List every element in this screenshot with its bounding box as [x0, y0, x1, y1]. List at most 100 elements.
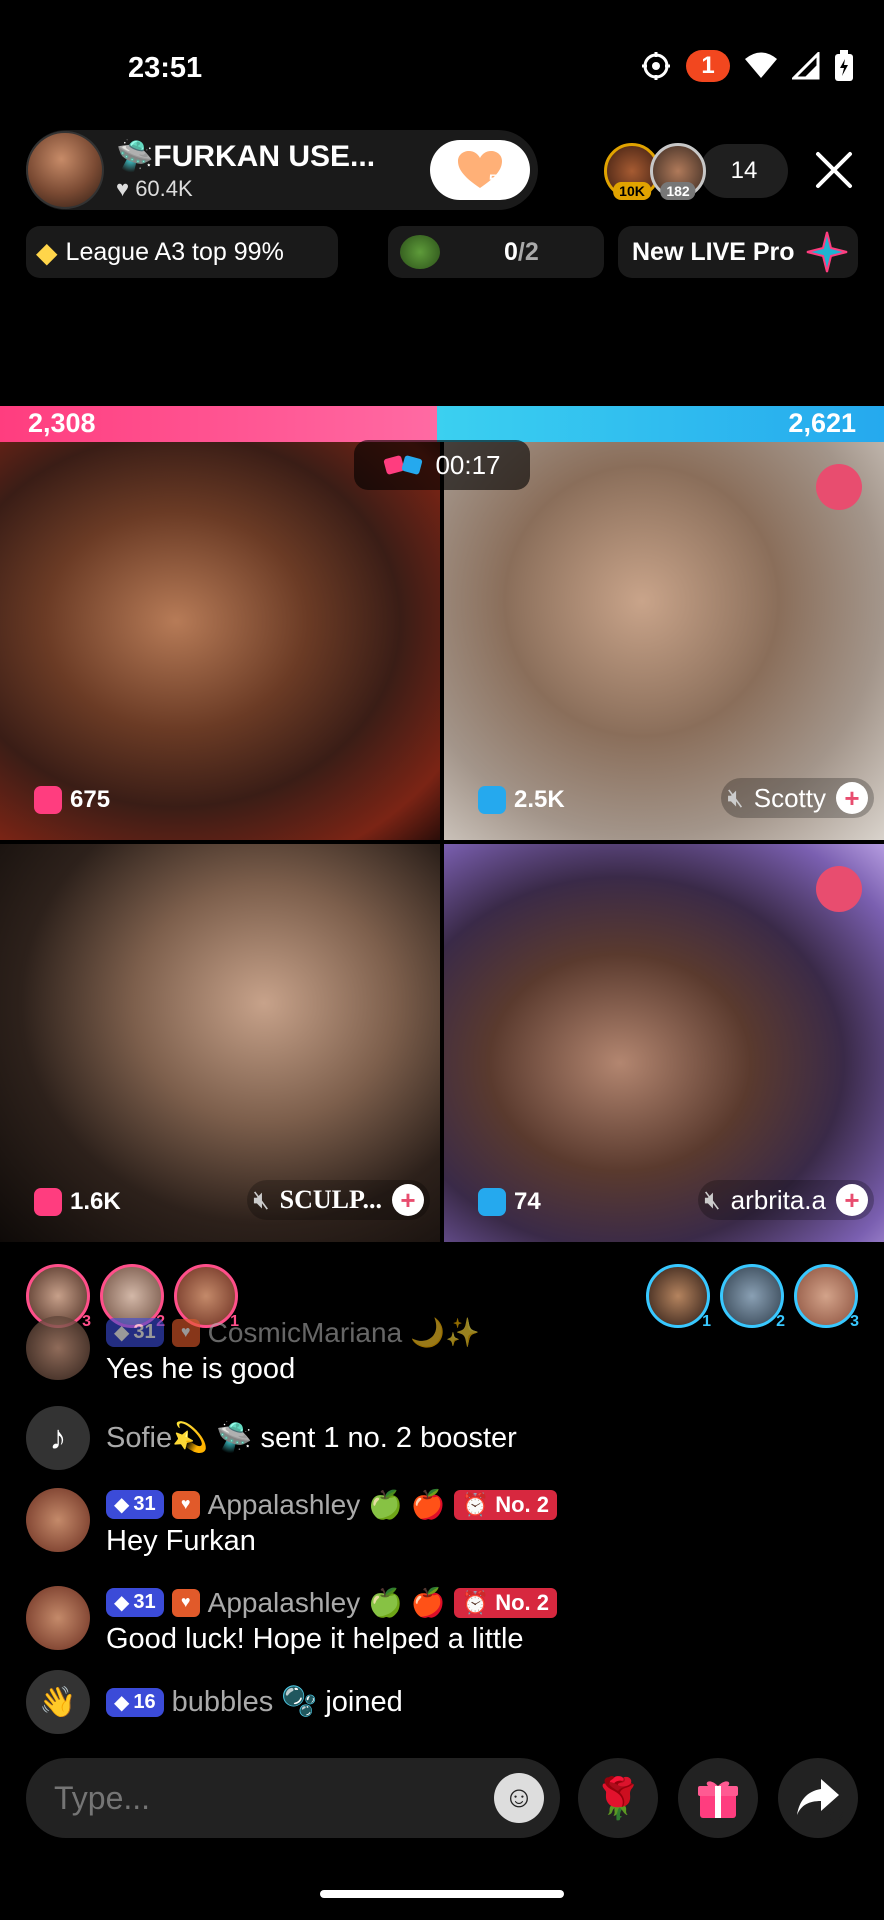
chat-username[interactable]: Appalashley [208, 1489, 361, 1521]
gifter-avatar[interactable]: 2 [720, 1264, 785, 1330]
chat-avatar[interactable] [26, 1586, 90, 1650]
share-count: 24 [825, 1809, 848, 1831]
chat-text: sent 1 no. 2 booster [260, 1422, 517, 1454]
right-team-gifters: 1 2 3 [646, 1264, 859, 1330]
progress-pill[interactable]: 0/2 [388, 226, 604, 278]
gift-button[interactable] [678, 1758, 758, 1838]
rose-gift-button[interactable]: 🌹 [578, 1758, 658, 1838]
host-avatar[interactable] [26, 131, 104, 209]
add-icon[interactable]: + [836, 782, 868, 814]
tile-username: Scotty [753, 782, 826, 813]
top-viewers[interactable]: 10K 182 14 [604, 143, 788, 200]
viewer-badge-2: 182 [660, 182, 696, 200]
camera-icon [478, 1188, 506, 1216]
versus-icon [384, 455, 423, 475]
svg-text:5: 5 [489, 171, 497, 187]
chat-message: ♪ Sofie💫 🛸 sent 1 no. 2 booster [26, 1406, 517, 1470]
tile-stat: 2.5K [478, 786, 565, 814]
level-badge: ◆ 31 [106, 1588, 164, 1617]
chat-message: 👋 ◆ 16 bubbles 🫧 joined [26, 1670, 403, 1734]
chat-input-bar[interactable]: ☺ [26, 1758, 560, 1838]
fan-badge-icon: ♥ [171, 1588, 200, 1617]
tile-username: SCULP... [279, 1185, 382, 1214]
video-tile-1[interactable]: 675 [0, 442, 440, 840]
chat-text: Hey Furkan [106, 1525, 256, 1557]
level-badge: ◆ 31 [106, 1490, 164, 1519]
battle-timer: 00:17 [354, 440, 530, 490]
muted-icon: 🔇︎ [253, 1184, 270, 1214]
battle-bar-right: 2,621 [437, 406, 884, 442]
tile-username: arbrita.a [730, 1184, 826, 1215]
battery-icon [835, 50, 853, 81]
viewer-badge-1: 10K [613, 182, 651, 200]
wave-icon: 👋 [26, 1670, 90, 1734]
tile-user-label[interactable]: 🔇︎ SCULP... + [247, 1180, 430, 1220]
chat-emoji: 🌙✨ [410, 1317, 480, 1348]
fan-badge-icon: ♥ [171, 1318, 200, 1347]
host-name: 🛸FURKAN USE... [116, 139, 376, 173]
share-button[interactable]: 24 [778, 1758, 858, 1838]
wifi-icon [745, 52, 777, 78]
camera-icon [34, 786, 62, 814]
league-label: League A3 top 99% [65, 237, 284, 266]
chat-text: Yes he is good [106, 1353, 296, 1385]
chat-message: ◆ 31 ♥ Appalashley 🍏 🍎 ⏰ No. 2 Good luck… [26, 1586, 558, 1656]
bubbles-icon: 🫧 [281, 1686, 318, 1718]
battle-bar-left: 2,308 [0, 406, 437, 442]
new-live-label: New LIVE Pro [632, 237, 795, 266]
status-time: 23:51 [128, 52, 203, 84]
camera-icon [478, 786, 506, 814]
chat-username[interactable]: bubbles [172, 1686, 274, 1719]
league-pill[interactable]: ◆ League A3 top 99% [26, 226, 338, 278]
follow-button[interactable]: 5 [430, 140, 530, 200]
chat-username[interactable]: Sofie💫 [106, 1422, 208, 1454]
level-badge: ◆ 31 [106, 1318, 164, 1347]
chat-input[interactable] [54, 1779, 474, 1817]
signal-icon [792, 52, 820, 80]
chat-text: Good luck! Hope it helped a little [106, 1623, 524, 1655]
chat-username[interactable]: Appalashley [208, 1587, 361, 1619]
gifter-avatar[interactable]: 1 [646, 1264, 711, 1330]
ufo-icon: 🛸 [116, 139, 154, 173]
tile-gift-badge[interactable] [816, 866, 862, 912]
video-tile-2[interactable]: 2.5K 🔇︎ Scotty + [444, 442, 884, 840]
left-score: 2,308 [28, 408, 96, 438]
emoji-icon[interactable]: ☺ [494, 1773, 544, 1823]
tile-gift-badge[interactable] [816, 464, 862, 510]
chat-message: ◆ 31 ♥ CosmicMariana 🌙✨ Yes he is good [26, 1316, 480, 1386]
tile-stat: 675 [34, 786, 110, 814]
home-indicator[interactable] [320, 1890, 564, 1898]
gifter-avatar[interactable]: 3 [794, 1264, 859, 1330]
chat-message: ◆ 31 ♥ Appalashley 🍏 🍎 ⏰ No. 2 Hey Furka… [26, 1488, 558, 1558]
close-icon[interactable] [812, 148, 856, 192]
video-tile-3[interactable]: 1.6K 🔇︎ SCULP... + [0, 844, 440, 1242]
heart-icon: ♥ [116, 175, 130, 201]
host-info-pill[interactable]: 🛸FURKAN USE... ♥ 60.4K 5 [26, 130, 538, 210]
camera-icon [34, 1188, 62, 1216]
chat-username[interactable]: CosmicMariana [208, 1317, 403, 1349]
top-viewer-avatar-2[interactable]: 182 [650, 143, 706, 200]
fan-badge-icon: ♥ [171, 1490, 200, 1519]
host-likes: ♥ 60.4K [116, 175, 193, 201]
tile-stat: 74 [478, 1188, 541, 1216]
new-live-pro-pill[interactable]: New LIVE Pro [618, 226, 858, 278]
tiktok-icon: ♪ [26, 1406, 90, 1470]
chat-avatar[interactable] [26, 1488, 90, 1552]
timer-text: 00:17 [435, 449, 501, 480]
no-badge: ⏰ No. 2 [453, 1587, 558, 1618]
turtle-icon [400, 235, 440, 269]
diamond-icon: ◆ [36, 236, 58, 268]
tile-user-label[interactable]: 🔇︎ arbrita.a + [698, 1180, 874, 1220]
progress-label: 0/2 [504, 237, 539, 266]
notification-badge: 1 [686, 50, 730, 82]
video-tile-4[interactable]: 74 🔇︎ arbrita.a + [444, 844, 884, 1242]
apple-icons: 🍏 🍎 [368, 1489, 446, 1520]
rose-icon: 🌹 [593, 1776, 643, 1821]
chat-avatar[interactable] [26, 1316, 90, 1380]
viewer-count[interactable]: 14 [700, 144, 788, 198]
heart-fan-icon: 5 [458, 151, 502, 188]
tile-user-label[interactable]: 🔇︎ Scotty + [721, 778, 874, 818]
add-icon[interactable]: + [392, 1184, 424, 1216]
video-feed [0, 442, 440, 840]
add-icon[interactable]: + [836, 1184, 868, 1216]
